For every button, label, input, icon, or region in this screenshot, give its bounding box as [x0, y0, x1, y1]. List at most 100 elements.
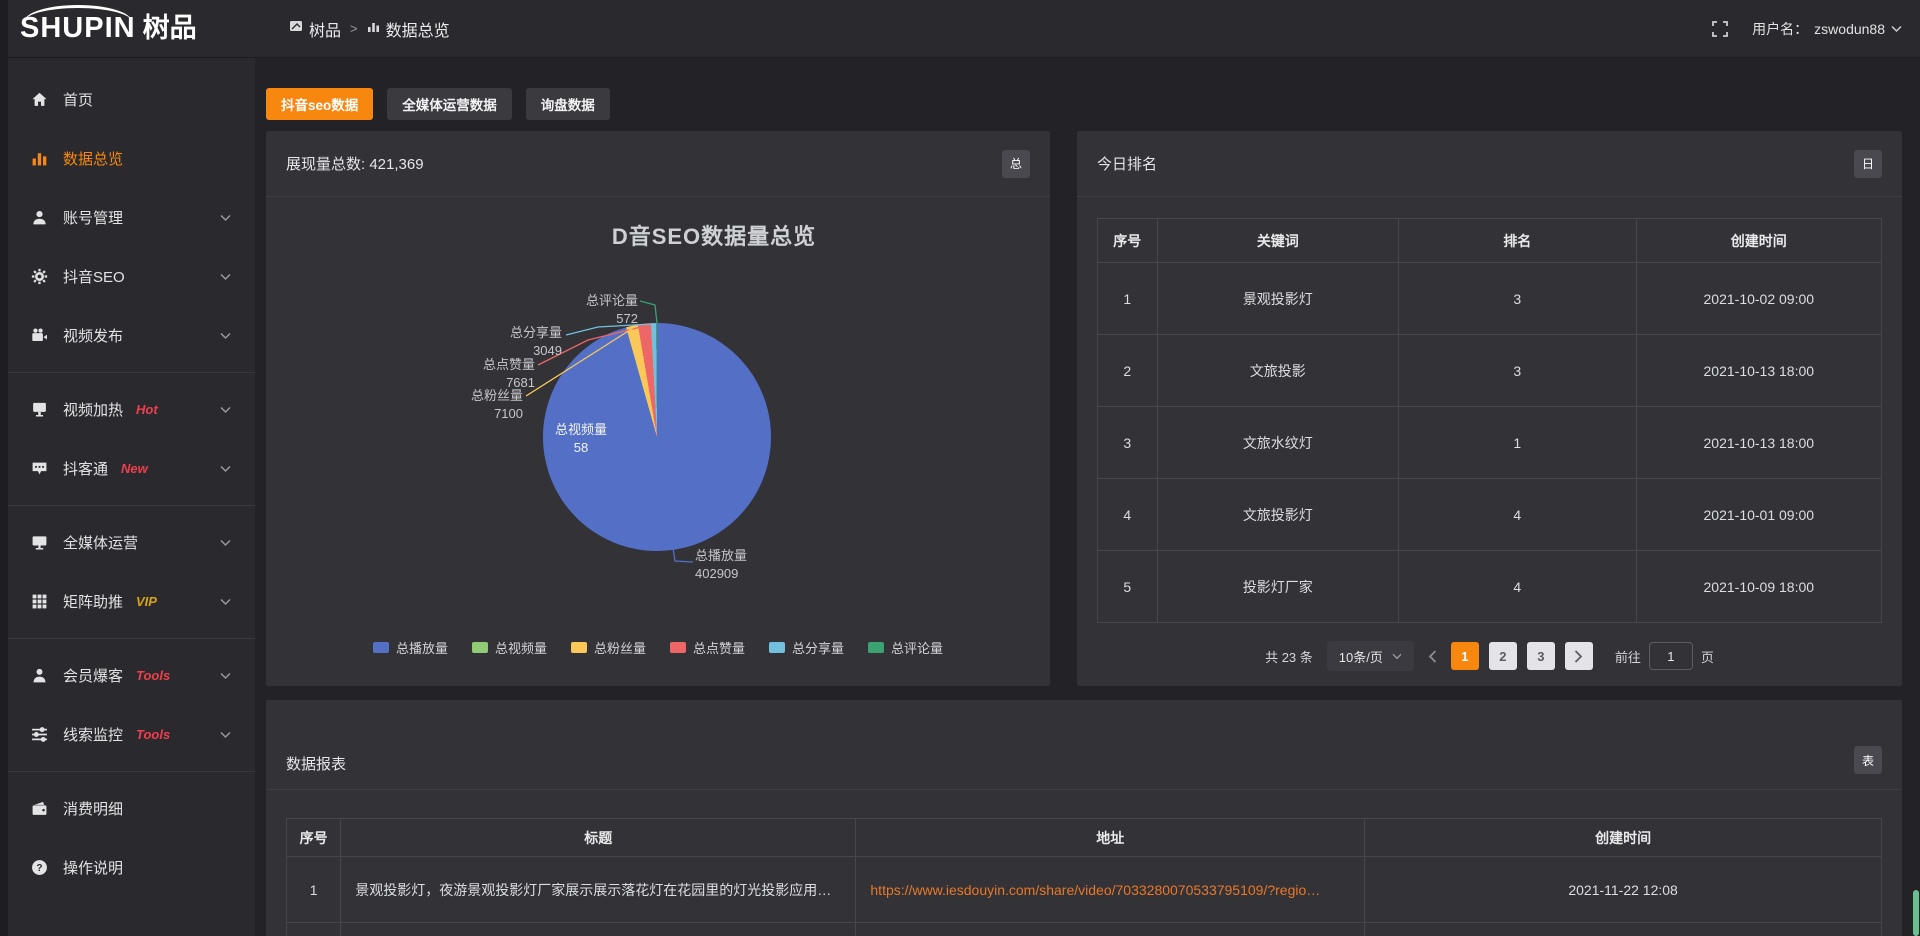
- logo-text-cn: 树品: [143, 15, 197, 42]
- ranking-panel-title: 今日排名: [1097, 153, 1157, 174]
- question-icon: ?: [30, 859, 48, 877]
- report-panel: 数据报表 表 序号 标题 地址 创建时间 1 景观投影灯，夜游景观投影灯厂家展示…: [266, 700, 1902, 936]
- sidebar-item-data-overview[interactable]: 数据总览: [0, 129, 255, 188]
- chevron-down-icon: [1392, 653, 1402, 660]
- pie-label-plays: 总播放量402909: [695, 547, 805, 583]
- prev-page-button[interactable]: [1424, 650, 1441, 663]
- page-button-1[interactable]: 1: [1451, 642, 1479, 670]
- video-camera-icon: [30, 327, 48, 345]
- sidebar-item-label: 会员爆客: [63, 665, 123, 686]
- breadcrumb-current[interactable]: 数据总览: [367, 17, 450, 41]
- cell-rank: 3: [1399, 263, 1637, 335]
- sidebar-item-label: 线索监控: [63, 724, 123, 745]
- sidebar-item-label: 首页: [63, 89, 93, 110]
- chevron-down-icon: [220, 332, 231, 340]
- monitor-icon: [30, 534, 48, 552]
- cell-created: 2021-10-13 18:00: [1636, 335, 1881, 407]
- pie-chart-area: D音SEO数据量总览 总评论量572 总分享量3049 总点赞量7681 总粉丝…: [266, 197, 1050, 685]
- sidebar-item-consumption[interactable]: 消费明细: [0, 779, 255, 838]
- page-button-2[interactable]: 2: [1489, 642, 1517, 670]
- dashboard-page: SHUPIN 树品 树品 > 数据总览: [0, 0, 1920, 936]
- sidebar-item-douketong[interactable]: 抖客通 New: [0, 439, 255, 498]
- legend-item-likes[interactable]: 总点赞量: [670, 638, 745, 657]
- table-toggle-button[interactable]: 表: [1854, 746, 1882, 774]
- col-url: 地址: [856, 819, 1365, 857]
- next-page-button[interactable]: [1565, 642, 1593, 670]
- sidebar-item-account[interactable]: 账号管理: [0, 188, 255, 247]
- bar-chart-icon: [367, 20, 380, 38]
- cell-rank: 4: [1399, 551, 1637, 623]
- tab-douyin-seo[interactable]: 抖音seo数据: [266, 88, 373, 120]
- scrollbar-thumb[interactable]: [1913, 890, 1919, 936]
- sidebar-item-douyin-seo[interactable]: 抖音SEO: [0, 247, 255, 306]
- tools-badge: Tools: [136, 727, 170, 742]
- legend-item-plays[interactable]: 总播放量: [373, 638, 448, 657]
- legend-swatch: [670, 642, 686, 653]
- impressions-total: 展现量总数: 421,369: [286, 153, 424, 174]
- report-panel-title: 数据报表: [286, 753, 346, 774]
- sidebar-item-label: 消费明细: [63, 798, 123, 819]
- goto-page: 前往 页: [1615, 642, 1714, 670]
- left-edge-strip: [0, 0, 8, 936]
- sidebar-item-label: 数据总览: [63, 148, 123, 169]
- sidebar-item-video-heat[interactable]: 视频加热 Hot: [0, 380, 255, 439]
- sidebar-item-matrix-boost[interactable]: 矩阵助推 VIP: [0, 572, 255, 631]
- legend-swatch: [373, 642, 389, 653]
- table-header-row: 序号 标题 地址 创建时间: [287, 819, 1882, 857]
- day-toggle-button[interactable]: 日: [1854, 150, 1882, 178]
- chevron-down-icon: [220, 273, 231, 281]
- cell-rank: 3: [1399, 335, 1637, 407]
- vip-badge: VIP: [136, 594, 157, 609]
- user-menu[interactable]: 用户名：zswodun88: [1752, 19, 1902, 39]
- legend-swatch: [868, 642, 884, 653]
- legend-swatch: [571, 642, 587, 653]
- header-right: 用户名：zswodun88: [1712, 19, 1920, 39]
- overview-panel: 展现量总数: 421,369 总 D音SEO数据量总览 总评论量572 总分享量…: [266, 131, 1050, 686]
- cell-index: 5: [1098, 551, 1158, 623]
- ranking-table: 序号 关键词 排名 创建时间 1 景观投影灯 3 2021-10-02 09:0…: [1097, 218, 1882, 623]
- tab-inquiry[interactable]: 询盘数据: [526, 88, 610, 120]
- chevron-down-icon: [220, 539, 231, 547]
- data-tabs: 抖音seo数据 全媒体运营数据 询盘数据: [266, 88, 610, 120]
- chevron-down-icon: [220, 598, 231, 606]
- fullscreen-icon[interactable]: [1712, 21, 1728, 37]
- sidebar-item-video-publish[interactable]: 视频发布: [0, 306, 255, 365]
- sidebar-item-label: 全媒体运营: [63, 532, 138, 553]
- top-header: SHUPIN 树品 树品 > 数据总览: [0, 0, 1920, 58]
- page-size-select[interactable]: 10条/页: [1327, 641, 1414, 671]
- total-toggle-button[interactable]: 总: [1002, 150, 1030, 178]
- cell-index: 2: [1098, 335, 1158, 407]
- menu-divider: [0, 771, 255, 772]
- sidebar-item-home[interactable]: 首页: [0, 70, 255, 129]
- svg-text:?: ?: [36, 863, 42, 874]
- video-link[interactable]: https://www.iesdouyin.com/share/video/70…: [870, 882, 1320, 898]
- goto-page-input[interactable]: [1649, 642, 1693, 670]
- sidebar-item-instructions[interactable]: ? 操作说明: [0, 838, 255, 897]
- ranking-panel: 今日排名 日 序号 关键词 排名 创建时间 1 景观投影灯 3 2021-10-…: [1077, 131, 1902, 686]
- cell-created: 2021-10-01 09:00: [1636, 479, 1881, 551]
- tab-media-operation[interactable]: 全媒体运营数据: [387, 88, 512, 120]
- app-logo[interactable]: SHUPIN 树品: [0, 14, 255, 43]
- cell-rank: 4: [1399, 479, 1637, 551]
- sidebar-item-lead-monitor[interactable]: 线索监控 Tools: [0, 705, 255, 764]
- cell-rank: 1: [1399, 407, 1637, 479]
- legend-item-shares[interactable]: 总分享量: [769, 638, 844, 657]
- chart-title: D音SEO数据量总览: [322, 219, 1106, 251]
- page-button-3[interactable]: 3: [1527, 642, 1555, 670]
- cell-created: 2021-10-09 18:00: [1636, 551, 1881, 623]
- table-row: 1 景观投影灯，夜游景观投影灯厂家展示展示落花灯在花园里的灯光投影应用效果 # …: [287, 857, 1882, 923]
- new-badge: New: [121, 461, 148, 476]
- sidebar-item-label: 抖客通: [63, 458, 108, 479]
- pie-label-shares: 总分享量3049: [472, 324, 562, 360]
- screen-icon: [30, 401, 48, 419]
- ranking-panel-header: 今日排名 日: [1077, 131, 1902, 197]
- breadcrumb-root[interactable]: 树品: [289, 17, 341, 41]
- legend-item-fans[interactable]: 总粉丝量: [571, 638, 646, 657]
- username-label: 用户名：: [1752, 19, 1808, 39]
- goto-label: 前往: [1615, 647, 1641, 666]
- legend-item-videos[interactable]: 总视频量: [472, 638, 547, 657]
- legend-item-comments[interactable]: 总评论量: [868, 638, 943, 657]
- sidebar-item-media-operation[interactable]: 全媒体运营: [0, 513, 255, 572]
- menu-divider: [0, 638, 255, 639]
- sidebar-item-member-burst[interactable]: 会员爆客 Tools: [0, 646, 255, 705]
